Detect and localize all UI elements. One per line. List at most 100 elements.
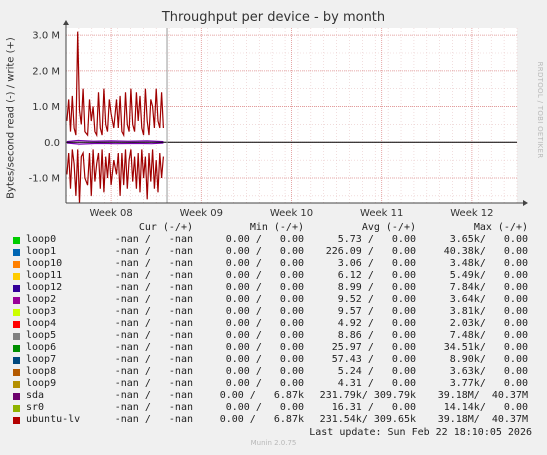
legend-row: loop1 -nan / -nan 0.00 / 0.00 226.09 / 0.00… [0, 246, 547, 258]
legend-avg: 9.52 / 0.00 [337, 294, 416, 305]
legend-min: 0.00 / 0.00 [225, 246, 304, 257]
legend-min: 0.00 / 0.00 [225, 282, 304, 293]
legend-max: 14.14k/ 0.00 [443, 402, 528, 413]
legend-max: 3.65k/ 0.00 [449, 234, 528, 245]
y-tick-label: -1.0 M [29, 174, 60, 185]
legend-max: 3.77k/ 0.00 [449, 378, 528, 389]
legend-row: loop4 -nan / -nan 0.00 / 0.00 4.92 / 0.00 2.… [0, 318, 547, 330]
legend-cur: -nan / -nan [114, 318, 193, 329]
legend-avg: 231.79k/ 309.79k [319, 390, 416, 401]
legend-row: loop12 -nan / -nan 0.00 / 0.00 8.99 / 0.00 7… [0, 282, 547, 294]
last-update: Last update: Sun Feb 22 18:10:05 2026 [309, 427, 532, 438]
legend-row: loop0 -nan / -nan 0.00 / 0.00 5.73 / 0.00 3.… [0, 234, 547, 246]
legend-avg: 4.92 / 0.00 [337, 318, 416, 329]
legend-swatch [13, 381, 20, 388]
legend-swatch [13, 369, 20, 376]
legend-min: 0.00 / 0.00 [225, 330, 304, 341]
munin-version: Munin 2.0.75 [250, 439, 297, 447]
legend-swatch [13, 285, 20, 292]
legend-cur: -nan / -nan [114, 366, 193, 377]
header-avg: Avg (-/+) [361, 222, 416, 233]
legend-max: 3.64k/ 0.00 [449, 294, 528, 305]
legend-row: loop2 -nan / -nan 0.00 / 0.00 9.52 / 0.00 3.… [0, 294, 547, 306]
legend-row: loop6 -nan / -nan 0.00 / 0.00 25.97 / 0.00 3… [0, 342, 547, 354]
legend-row: loop9 -nan / -nan 0.00 / 0.00 4.31 / 0.00 3.… [0, 378, 547, 390]
header-min: Min (-/+) [249, 222, 304, 233]
legend-max: 34.51k/ 0.00 [443, 342, 528, 353]
legend-max: 39.18M/ 40.37M [437, 390, 528, 401]
legend-swatch [13, 357, 20, 364]
x-tick-label: Week 08 [89, 208, 132, 219]
legend-name: loop6 [26, 342, 57, 353]
legend-name: loop8 [26, 366, 57, 377]
legend-min: 0.00 / 0.00 [225, 258, 304, 269]
legend-name: loop7 [26, 354, 57, 365]
x-tick-label: Week 11 [360, 208, 403, 219]
legend-row: loop10 -nan / -nan 0.00 / 0.00 3.06 / 0.00 3… [0, 258, 547, 270]
legend-cur: -nan / -nan [114, 306, 193, 317]
legend-avg: 8.99 / 0.00 [337, 282, 416, 293]
legend-swatch [13, 321, 20, 328]
legend-name: sr0 [26, 402, 45, 413]
legend-name: loop9 [26, 378, 57, 389]
y-tick-label: 3.0 M [32, 31, 60, 42]
legend-cur: -nan / -nan [114, 294, 193, 305]
legend-cur: -nan / -nan [114, 342, 193, 353]
legend-cur: -nan / -nan [114, 354, 193, 365]
legend-min: 0.00 / 0.00 [225, 366, 304, 377]
legend-avg: 226.09 / 0.00 [325, 246, 416, 257]
legend-max: 8.90k/ 0.00 [449, 354, 528, 365]
legend-max: 7.84k/ 0.00 [449, 282, 528, 293]
legend-row: ubuntu-lv -nan / -nan 0.00 / 6.87k 231.54k/… [0, 414, 547, 426]
legend-name: loop0 [26, 234, 57, 245]
legend-min: 0.00 / 6.87k [219, 390, 304, 401]
legend-max: 3.63k/ 0.00 [449, 366, 528, 377]
legend-min: 0.00 / 0.00 [225, 378, 304, 389]
legend-swatch [13, 309, 20, 316]
legend-cur: -nan / -nan [114, 390, 193, 401]
legend-name: loop11 [26, 270, 63, 281]
y-tick-label: 0.0 [44, 138, 60, 149]
legend-cur: -nan / -nan [114, 330, 193, 341]
legend-avg: 4.31 / 0.00 [337, 378, 416, 389]
legend-name: loop2 [26, 294, 57, 305]
legend-avg: 3.06 / 0.00 [337, 258, 416, 269]
x-tick-label: Week 12 [450, 208, 493, 219]
legend-min: 0.00 / 0.00 [225, 234, 304, 245]
legend-name: loop1 [26, 246, 57, 257]
legend-cur: -nan / -nan [114, 258, 193, 269]
legend-swatch [13, 273, 20, 280]
legend-min: 0.00 / 0.00 [225, 270, 304, 281]
x-tick-label: Week 10 [270, 208, 313, 219]
legend-max: 3.81k/ 0.00 [449, 306, 528, 317]
legend-swatch [13, 249, 20, 256]
legend-max: 40.38k/ 0.00 [443, 246, 528, 257]
legend-name: loop4 [26, 318, 57, 329]
x-axis-arrow [523, 200, 528, 206]
legend-row: loop11 -nan / -nan 0.00 / 0.00 6.12 / 0.00 5… [0, 270, 547, 282]
legend-cur: -nan / -nan [114, 282, 193, 293]
legend-row: loop8 -nan / -nan 0.00 / 0.00 5.24 / 0.00 3.… [0, 366, 547, 378]
legend-cur: -nan / -nan [114, 246, 193, 257]
legend-avg: 5.73 / 0.00 [337, 234, 416, 245]
legend-avg: 8.86 / 0.00 [337, 330, 416, 341]
header-max: Max (-/+) [473, 222, 528, 233]
y-axis-arrow [63, 20, 69, 25]
legend-row: loop7 -nan / -nan 0.00 / 0.00 57.43 / 0.00 8… [0, 354, 547, 366]
legend-row: sr0 -nan / -nan 0.00 / 0.00 16.31 / 0.00 14.… [0, 402, 547, 414]
legend-row: loop3 -nan / -nan 0.00 / 0.00 9.57 / 0.00 3.… [0, 306, 547, 318]
legend-name: loop10 [26, 258, 63, 269]
header-cur: Cur (-/+) [138, 222, 193, 233]
legend-row: loop5 -nan / -nan 0.00 / 0.00 8.86 / 0.00 7.… [0, 330, 547, 342]
legend-cur: -nan / -nan [114, 270, 193, 281]
legend-cur: -nan / -nan [114, 234, 193, 245]
legend-cur: -nan / -nan [114, 402, 193, 413]
legend-min: 0.00 / 0.00 [225, 402, 304, 413]
legend-avg: 16.31 / 0.00 [331, 402, 416, 413]
legend-avg: 5.24 / 0.00 [337, 366, 416, 377]
legend-name: sda [26, 390, 45, 401]
y-tick-label: 1.0 M [32, 102, 60, 113]
legend-avg: 6.12 / 0.00 [337, 270, 416, 281]
legend-max: 2.03k/ 0.00 [449, 318, 528, 329]
legend-max: 7.48k/ 0.00 [449, 330, 528, 341]
